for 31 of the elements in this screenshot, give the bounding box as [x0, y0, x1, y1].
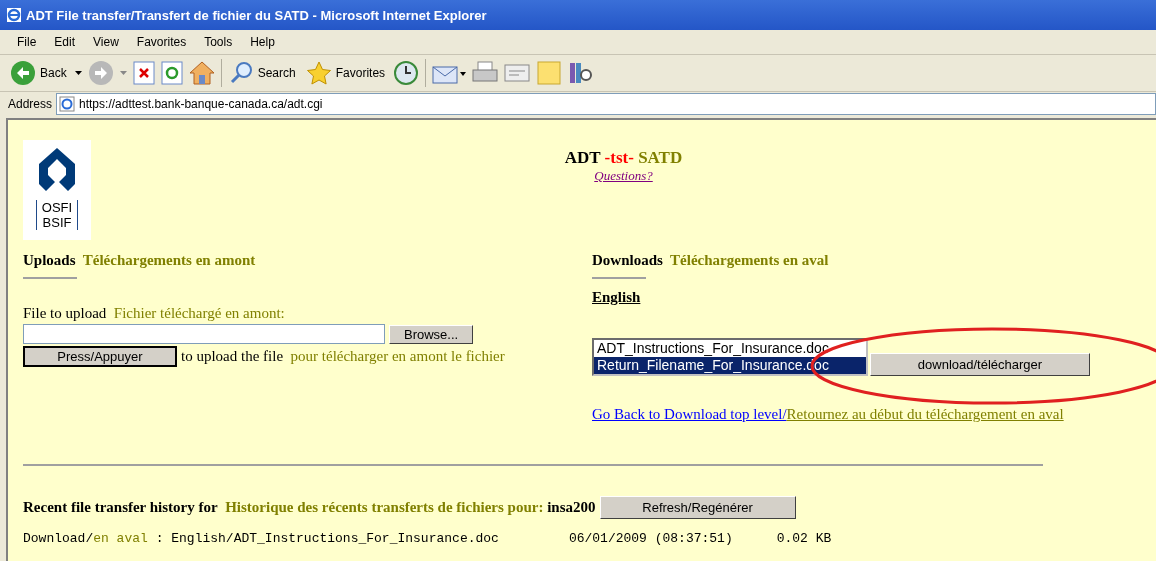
back-button[interactable]: Back — [8, 60, 69, 86]
page-title: ADT -tst- SATD — [564, 148, 683, 168]
file-list-item[interactable]: ADT_Instructions_For_Insurance.doc — [594, 340, 866, 357]
menu-item[interactable]: Edit — [45, 35, 85, 49]
window-title: ADT File transfer/Transfert de fichier du SATD - Microsoft Internet Explorer — [26, 7, 487, 23]
history-date: 06/01/2009 (08:37:51) — [568, 531, 733, 546]
menu-item[interactable]: View — [84, 35, 128, 49]
menu-item[interactable]: Tools — [195, 35, 242, 49]
menu-item[interactable]: Help — [241, 35, 284, 49]
address-field[interactable]: https://adttest.bank-banque-canada.ca/adt.cgi — [56, 93, 1156, 115]
back-link[interactable]: Retournez au début du téléchargement en aval — [786, 406, 1064, 422]
section-heading: Downloads Téléchargements en aval — [592, 252, 830, 269]
section-heading: Uploads Téléchargements en amont — [23, 252, 257, 269]
download-button[interactable]: download/télécharger — [870, 353, 1090, 376]
upload-hint: to upload the file pour télécharger en amont le fichier — [181, 348, 505, 365]
field-label: File to upload Fichier téléchargé en amont: — [23, 305, 286, 322]
questions-link[interactable]: Questions? — [594, 168, 653, 184]
history-label: Recent file transfer history for Historique des récents transferts de fichiers pour: insa200 — [23, 499, 596, 516]
folder-link[interactable]: English — [592, 289, 1156, 306]
refresh-button[interactable]: Refresh/Regénérer — [599, 496, 796, 519]
menu-item[interactable]: Favorites — [127, 35, 196, 49]
address-label: Address — [8, 97, 53, 111]
upload-button[interactable]: Press/Appuyer — [23, 346, 177, 367]
search-button[interactable]: Search — [227, 61, 298, 85]
logo: OSFI BSIF — [23, 140, 91, 240]
back-link[interactable]: Go Back to Download top level/ — [592, 406, 787, 422]
history-entry: Download/en aval : English/ADT_Instructions_For_Insurance.doc — [23, 531, 499, 546]
menu-item[interactable]: File — [8, 35, 46, 49]
browse-button[interactable]: Browse... — [389, 324, 474, 344]
history-size: 0.02 KB — [776, 531, 832, 546]
favorites-button[interactable]: Favorites — [303, 61, 388, 85]
